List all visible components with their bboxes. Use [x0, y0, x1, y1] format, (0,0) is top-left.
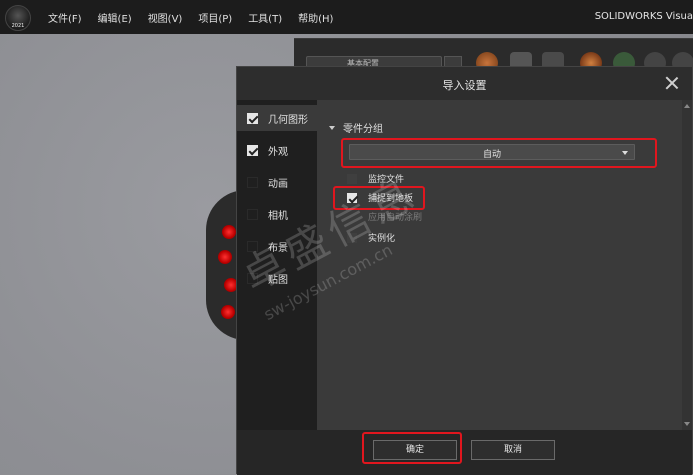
close-icon[interactable]	[662, 73, 682, 93]
instance-option[interactable]: 实例化	[347, 231, 395, 244]
highlight-ok-button	[362, 432, 462, 464]
apply-auto-paint-label: 应用自动涂刷	[368, 213, 423, 223]
collapse-arrow-icon[interactable]	[329, 125, 335, 130]
import-settings-dialog: 导入设置 几何图形 外观 动画 相机 布景 贴图 零件分组 自动 监控文件 捕捉…	[236, 66, 693, 475]
menu-bar: 2021 文件(F) 编辑(E) 视图(V) 项目(P) 工具(T) 帮助(H)…	[0, 0, 693, 34]
instance-checkbox[interactable]	[347, 232, 357, 243]
nav-item-label: 几何图形	[268, 114, 308, 126]
highlight-dropdown	[341, 138, 657, 168]
rose-decoration	[222, 225, 236, 239]
nav-item-decals[interactable]: 贴图	[237, 265, 317, 291]
highlight-snap-to-floor	[333, 186, 425, 210]
nav-item-animation[interactable]: 动画	[237, 169, 317, 195]
cancel-button[interactable]: 取消	[471, 440, 555, 460]
dialog-title-bar: 导入设置	[237, 67, 692, 100]
monitor-file-checkbox[interactable]	[347, 173, 357, 184]
appearance-checkbox[interactable]	[247, 144, 258, 156]
scroll-down-icon[interactable]	[684, 422, 690, 426]
version-badge: 2021	[11, 23, 25, 29]
rose-decoration	[218, 250, 232, 264]
menu-project[interactable]: 项目(P)	[198, 10, 232, 25]
decals-checkbox[interactable]	[247, 272, 258, 284]
section-title: 零件分组	[343, 124, 383, 135]
menu-tools[interactable]: 工具(T)	[248, 10, 282, 25]
settings-scrollbar[interactable]	[682, 100, 692, 430]
menu-edit[interactable]: 编辑(E)	[98, 10, 132, 25]
apply-auto-paint-option: 应用自动涂刷	[347, 210, 422, 223]
nav-item-label: 动画	[268, 178, 288, 190]
scroll-up-icon[interactable]	[684, 104, 690, 108]
rose-decoration	[221, 305, 235, 319]
geometry-checkbox[interactable]	[247, 112, 258, 124]
menu-help[interactable]: 帮助(H)	[298, 10, 333, 25]
nav-item-label: 布景	[268, 242, 288, 254]
nav-item-label: 相机	[268, 210, 288, 222]
camera-checkbox[interactable]	[247, 208, 258, 220]
scene-checkbox[interactable]	[247, 240, 258, 252]
nav-item-label: 外观	[268, 146, 288, 158]
nav-item-geometry[interactable]: 几何图形	[237, 105, 317, 131]
nav-item-camera[interactable]: 相机	[237, 201, 317, 227]
menu-view[interactable]: 视图(V)	[148, 10, 183, 25]
nav-item-label: 贴图	[268, 274, 288, 286]
dialog-title: 导入设置	[442, 79, 487, 92]
nav-item-appearance[interactable]: 外观	[237, 137, 317, 163]
animation-checkbox[interactable]	[247, 176, 258, 188]
app-title: SOLIDWORKS Visua	[594, 11, 693, 22]
instance-label: 实例化	[368, 234, 396, 244]
app-logo-icon[interactable]: 2021	[5, 5, 31, 31]
nav-item-scene[interactable]: 布景	[237, 233, 317, 259]
monitor-file-label: 监控文件	[368, 175, 405, 185]
monitor-file-option[interactable]: 监控文件	[347, 172, 404, 185]
part-grouping-section[interactable]: 零件分组	[329, 120, 383, 135]
dialog-footer: 确定 取消	[237, 430, 692, 475]
import-category-list: 几何图形 外观 动画 相机 布景 贴图	[237, 100, 317, 430]
menu-file[interactable]: 文件(F)	[48, 10, 82, 25]
menu-items: 文件(F) 编辑(E) 视图(V) 项目(P) 工具(T) 帮助(H)	[40, 0, 341, 34]
